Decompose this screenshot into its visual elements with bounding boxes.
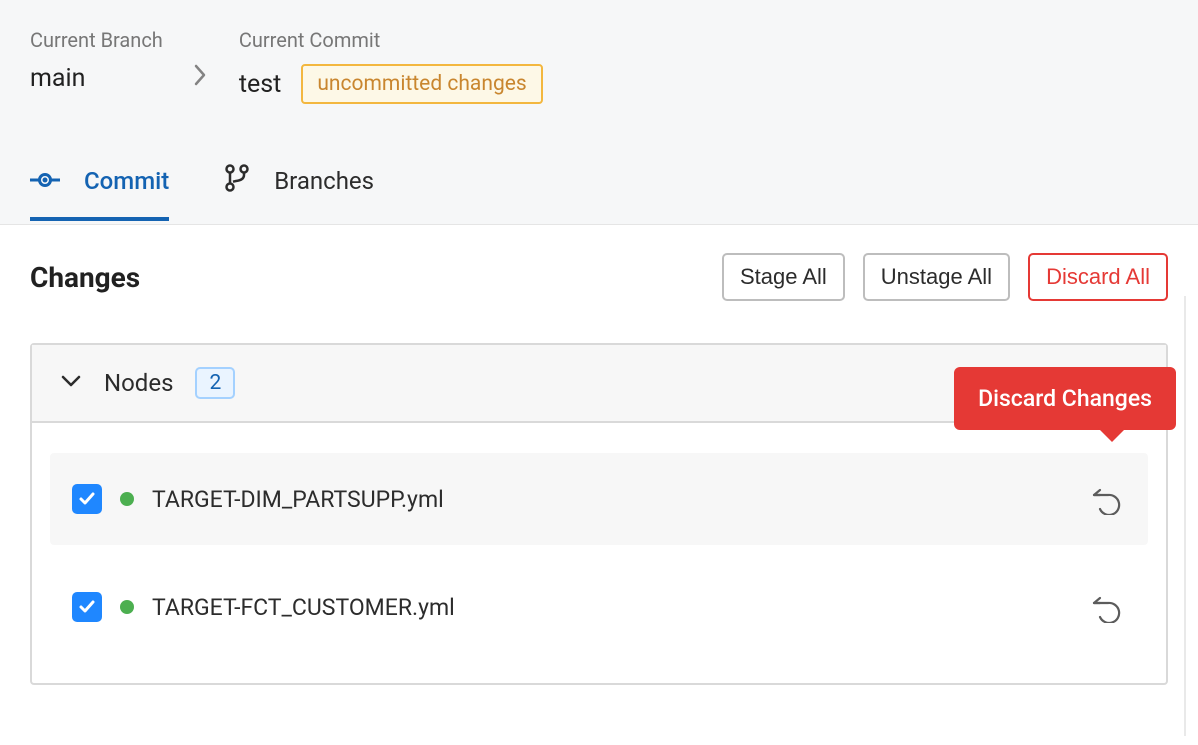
file-name: TARGET-FCT_CUSTOMER.yml bbox=[152, 594, 1086, 621]
branch-value[interactable]: main bbox=[30, 64, 85, 93]
commit-label: Current Commit bbox=[239, 28, 543, 52]
file-checkbox[interactable] bbox=[72, 484, 102, 514]
content: Changes Stage All Unstage All Discard Al… bbox=[0, 225, 1198, 713]
tab-branches[interactable]: Branches bbox=[224, 164, 374, 224]
commit-value[interactable]: test bbox=[239, 70, 282, 99]
header: Current Branch main Current Commit test … bbox=[0, 0, 1198, 225]
file-row[interactable]: TARGET-FCT_CUSTOMER.yml bbox=[50, 561, 1148, 653]
tabs: Commit Branches bbox=[30, 164, 1168, 224]
tab-commit[interactable]: Commit bbox=[30, 167, 169, 221]
section-title: Changes bbox=[30, 261, 140, 294]
commit-block: Current Commit test uncommitted changes bbox=[239, 28, 543, 104]
chevron-down-icon bbox=[60, 373, 82, 393]
branch-label: Current Branch bbox=[30, 28, 163, 52]
commit-icon bbox=[30, 167, 60, 195]
branch-block: Current Branch main bbox=[30, 28, 163, 93]
unstage-all-button[interactable]: Unstage All bbox=[863, 253, 1010, 301]
branch-icon bbox=[224, 164, 250, 198]
tab-commit-label: Commit bbox=[84, 167, 169, 195]
revert-button[interactable] bbox=[1086, 587, 1126, 627]
section-header: Changes Stage All Unstage All Discard Al… bbox=[30, 253, 1168, 301]
panel-group-label: Nodes bbox=[104, 369, 173, 397]
panel-body: TARGET-DIM_PARTSUPP.yml TARGET-FCT_CUSTO… bbox=[32, 423, 1166, 683]
changes-panel: Discard Changes Nodes 2 TARGET-DIM_PARTS… bbox=[30, 343, 1168, 685]
file-checkbox[interactable] bbox=[72, 592, 102, 622]
right-divider bbox=[1184, 296, 1186, 736]
button-group: Stage All Unstage All Discard All bbox=[722, 253, 1168, 301]
stage-all-button[interactable]: Stage All bbox=[722, 253, 845, 301]
breadcrumb: Current Branch main Current Commit test … bbox=[30, 28, 1168, 104]
count-badge: 2 bbox=[195, 367, 235, 399]
revert-button[interactable] bbox=[1086, 479, 1126, 519]
tab-branches-label: Branches bbox=[274, 167, 374, 195]
status-dot-icon bbox=[120, 600, 134, 614]
file-row[interactable]: TARGET-DIM_PARTSUPP.yml bbox=[50, 453, 1148, 545]
chevron-right-icon bbox=[193, 28, 209, 93]
discard-changes-tooltip: Discard Changes bbox=[954, 367, 1176, 430]
uncommitted-badge: uncommitted changes bbox=[301, 64, 542, 104]
status-dot-icon bbox=[120, 492, 134, 506]
file-name: TARGET-DIM_PARTSUPP.yml bbox=[152, 486, 1086, 513]
discard-all-button[interactable]: Discard All bbox=[1028, 253, 1168, 301]
